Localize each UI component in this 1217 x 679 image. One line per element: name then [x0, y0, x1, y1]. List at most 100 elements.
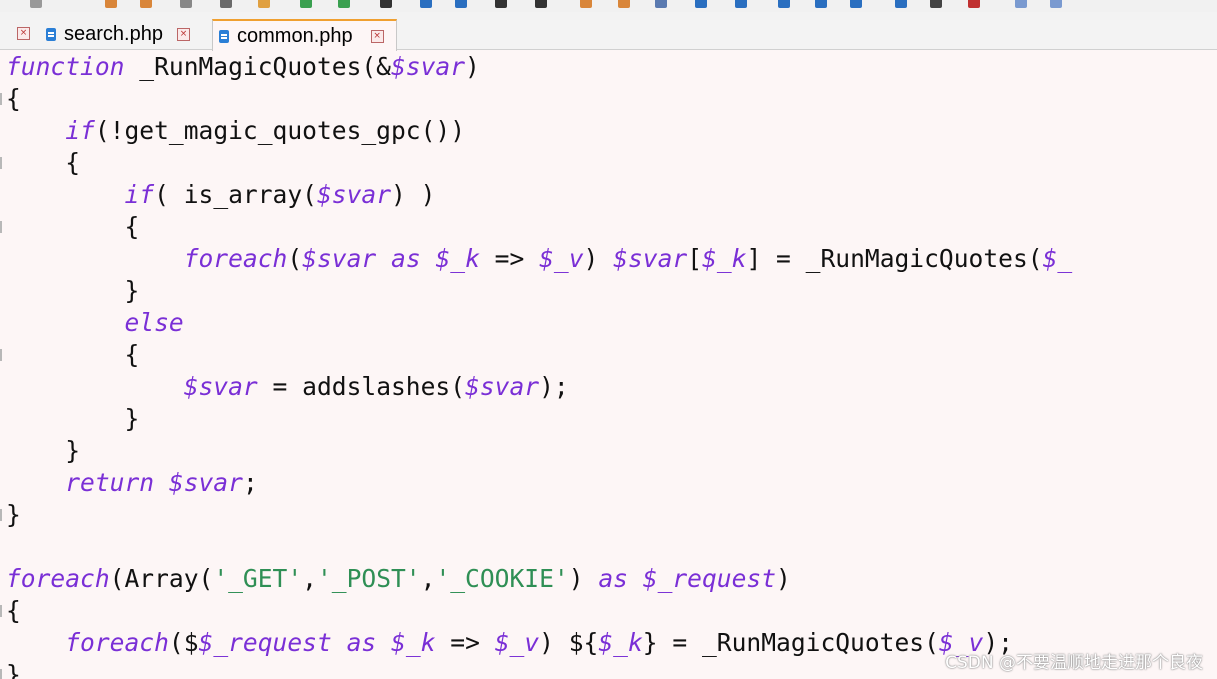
- toolbar-button-icon[interactable]: [850, 0, 862, 8]
- code-variable: $_v: [494, 628, 540, 657]
- code-string: '_COOKIE': [435, 564, 569, 593]
- code-variable: $svar: [168, 468, 243, 497]
- toolbar-button-icon[interactable]: [778, 0, 790, 8]
- fold-marker[interactable]: [0, 93, 2, 105]
- code-text: ): [776, 564, 791, 593]
- toolbar-button-icon[interactable]: [338, 0, 350, 8]
- code-text: (!get_magic_quotes_gpc()): [94, 116, 466, 145]
- close-icon[interactable]: ×: [17, 27, 30, 40]
- toolbar-button-icon[interactable]: [968, 0, 980, 8]
- code-text: }: [6, 436, 81, 465]
- code-line: $svar = addslashes($svar);: [6, 371, 569, 403]
- toolbar-button-icon[interactable]: [930, 0, 942, 8]
- fold-marker[interactable]: [0, 157, 2, 169]
- toolbar-button-icon[interactable]: [105, 0, 117, 8]
- toolbar-button-icon[interactable]: [580, 0, 592, 8]
- close-icon[interactable]: ×: [176, 28, 190, 41]
- code-text: ): [465, 52, 480, 81]
- code-line: foreach(Array('_GET','_POST','_COOKIE') …: [6, 563, 791, 595]
- code-variable: $svar: [316, 180, 392, 209]
- code-variable: $_k: [598, 628, 643, 657]
- code-text: [: [687, 244, 703, 273]
- toolbar-button-icon[interactable]: [180, 0, 192, 8]
- code-text: ,: [302, 564, 317, 593]
- toolbar-button-icon[interactable]: [695, 0, 707, 8]
- code-text: ($: [168, 628, 199, 657]
- fold-marker[interactable]: [0, 669, 2, 679]
- code-text: ): [583, 244, 614, 273]
- fold-marker[interactable]: [0, 221, 2, 233]
- code-text: {: [6, 148, 81, 177]
- toolbar-button-icon[interactable]: [220, 0, 232, 8]
- code-text: }: [6, 404, 140, 433]
- toolbar-button-icon[interactable]: [420, 0, 432, 8]
- code-text: ;: [242, 468, 258, 497]
- tab-label: search.php: [64, 23, 163, 45]
- code-text: =>: [479, 244, 540, 273]
- tab-search-php[interactable]: search.php ×: [40, 19, 200, 50]
- code-text: ( is_array(: [154, 180, 317, 209]
- toolbar-button-icon[interactable]: [735, 0, 747, 8]
- code-variable: $_v: [539, 244, 584, 273]
- code-keyword: if: [65, 116, 95, 145]
- code-keyword: foreach: [183, 244, 288, 273]
- code-keyword: as: [391, 244, 421, 273]
- code-keyword: as: [598, 564, 628, 593]
- code-line: }: [6, 435, 80, 467]
- code-line: {: [6, 595, 21, 627]
- toolbar-button-icon[interactable]: [1050, 0, 1062, 8]
- toolbar-button-icon[interactable]: [30, 0, 42, 8]
- toolbar-button-icon[interactable]: [300, 0, 312, 8]
- code-line: if( is_array($svar) ): [6, 179, 435, 211]
- toolbar-button-icon[interactable]: [815, 0, 827, 8]
- code-text: ,: [420, 564, 436, 593]
- code-line: {: [6, 211, 139, 243]
- code-editor[interactable]: function _RunMagicQuotes(&$svar){ if(!ge…: [0, 50, 1217, 679]
- code-text: }: [6, 500, 21, 529]
- code-text: = addslashes(: [257, 372, 466, 401]
- toolbar-button-icon[interactable]: [140, 0, 152, 8]
- code-line: function _RunMagicQuotes(&$svar): [6, 51, 480, 83]
- code-string: '_GET': [213, 564, 303, 593]
- toolbar-button-icon[interactable]: [1015, 0, 1027, 8]
- fold-marker[interactable]: [0, 605, 2, 617]
- fold-marker[interactable]: [0, 349, 2, 361]
- code-text: (: [287, 244, 303, 273]
- close-icon[interactable]: ×: [370, 29, 384, 43]
- code-variable: $_: [1042, 244, 1073, 273]
- code-variable: $_k: [435, 244, 480, 273]
- code-variable: $svar: [183, 372, 258, 401]
- fold-marker[interactable]: [0, 509, 2, 521]
- toolbar-button-icon[interactable]: [258, 0, 270, 8]
- code-variable: $svar: [302, 244, 377, 273]
- toolbar: [0, 0, 1217, 12]
- code-line: foreach($$_request as $_k => $_v) ${$_k}…: [6, 627, 1013, 659]
- code-text: ): [568, 564, 599, 593]
- code-keyword: else: [124, 308, 184, 337]
- code-text: }: [6, 660, 21, 679]
- code-line: }: [6, 403, 139, 435]
- toolbar-button-icon[interactable]: [495, 0, 507, 8]
- toolbar-button-icon[interactable]: [895, 0, 907, 8]
- toolbar-button-icon[interactable]: [380, 0, 392, 8]
- code-text: ] = _RunMagicQuotes(: [746, 244, 1043, 273]
- tab-common-php[interactable]: common.php ×: [212, 19, 397, 51]
- toolbar-button-icon[interactable]: [618, 0, 630, 8]
- toolbar-button-icon[interactable]: [535, 0, 547, 8]
- toolbar-button-icon[interactable]: [455, 0, 467, 8]
- code-keyword: as: [346, 628, 377, 657]
- code-text: {: [6, 340, 140, 369]
- code-text: {: [6, 84, 21, 113]
- code-string: '_POST': [316, 564, 421, 593]
- php-file-icon: [219, 29, 229, 43]
- toolbar-button-icon[interactable]: [655, 0, 667, 8]
- code-text: (Array(: [109, 564, 214, 593]
- code-line: else: [6, 307, 184, 339]
- code-keyword: foreach: [6, 564, 110, 593]
